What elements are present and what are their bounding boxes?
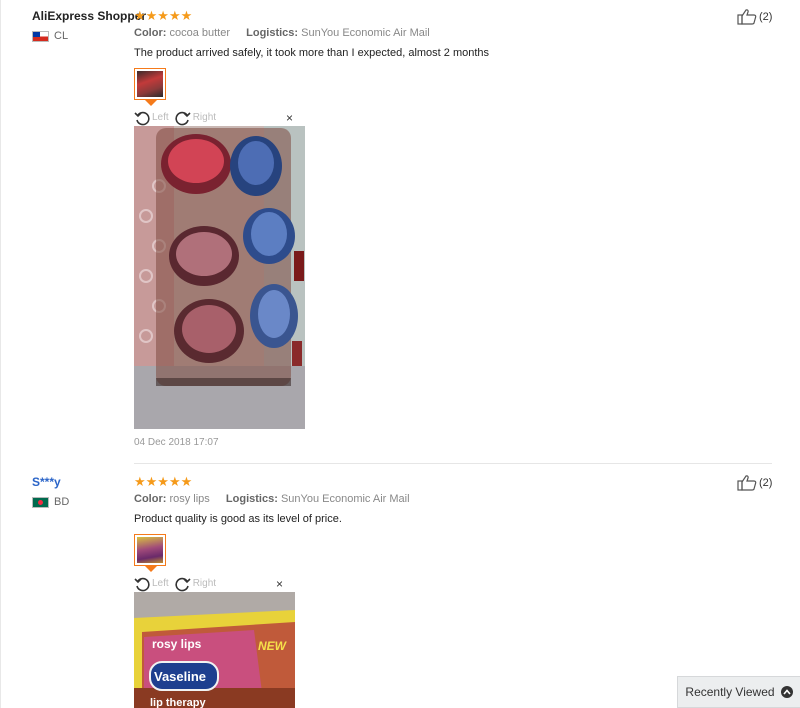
logistics-label: Logistics: xyxy=(225,493,278,505)
reviewer-name: AliExpress Shopper xyxy=(32,9,147,23)
rotate-left-button[interactable]: Left xyxy=(134,110,169,126)
logistics-label: Logistics: xyxy=(246,27,299,39)
photo-label-new: NEW xyxy=(258,639,288,653)
rotate-left-icon xyxy=(134,111,150,125)
helpful-button[interactable]: (2) xyxy=(737,475,772,491)
recently-viewed-label: Recently Viewed xyxy=(685,685,775,699)
color-label: Color: xyxy=(134,493,167,505)
thumbs-up-icon xyxy=(737,9,757,25)
review-photo: rosy lips NEW Vaseline lip therapy xyxy=(134,592,295,708)
thumbs-up-icon xyxy=(737,475,757,491)
reviewer-country: BD xyxy=(32,496,69,508)
rotate-right-button[interactable]: Right xyxy=(175,576,216,592)
rotate-right-label: Right xyxy=(192,112,217,123)
country-code: CL xyxy=(54,30,69,42)
close-icon[interactable]: × xyxy=(286,111,293,125)
review-meta: Color: cocoa butter Logistics: SunYou Ec… xyxy=(134,27,430,39)
flag-icon xyxy=(32,496,49,508)
photo-thumbnail[interactable] xyxy=(134,534,166,566)
review-text: The product arrived safely, it took more… xyxy=(134,47,490,59)
rotate-right-icon xyxy=(175,111,191,125)
review-divider xyxy=(134,463,772,464)
logistics-value: SunYou Economic Air Mail xyxy=(280,493,410,505)
reviewer-country: CL xyxy=(32,30,68,42)
thumbnail-pointer xyxy=(145,100,157,106)
color-value: rosy lips xyxy=(169,493,210,505)
photo-viewer-toolbar: Left Right xyxy=(134,109,305,126)
close-icon[interactable]: × xyxy=(276,577,283,591)
photo-viewer-toolbar: Left Right xyxy=(134,575,295,592)
chevron-up-icon xyxy=(780,686,793,698)
rotate-right-icon xyxy=(175,577,191,591)
review-photo-image: rosy lips NEW Vaseline lip therapy xyxy=(134,592,295,708)
review-photo-image xyxy=(134,126,305,429)
color-value: cocoa butter xyxy=(169,27,230,39)
rotate-left-label: Left xyxy=(152,578,169,589)
helpful-count: (2) xyxy=(759,11,773,23)
rotate-left-button[interactable]: Left xyxy=(134,576,169,592)
helpful-button[interactable]: (2) xyxy=(737,9,772,25)
helpful-count: (2) xyxy=(759,477,773,489)
rating-stars: ★★★★★ xyxy=(134,8,193,23)
review-date: 04 Dec 2018 17:07 xyxy=(134,437,219,448)
rating-stars: ★★★★★ xyxy=(134,474,193,489)
flag-icon xyxy=(32,30,49,42)
country-code: BD xyxy=(54,496,70,508)
thumbnail-pointer xyxy=(145,566,157,572)
review-meta: Color: rosy lips Logistics: SunYou Econo… xyxy=(134,493,410,505)
rotate-right-button[interactable]: Right xyxy=(175,110,216,126)
review-photo xyxy=(134,126,305,429)
color-label: Color: xyxy=(134,27,167,39)
photo-label-rosy-lips: rosy lips xyxy=(152,637,202,651)
logistics-value: SunYou Economic Air Mail xyxy=(301,27,430,39)
photo-label-brand: Vaseline xyxy=(154,669,206,684)
recently-viewed-button[interactable]: Recently Viewed xyxy=(677,676,800,708)
reviewer-name[interactable]: S***y xyxy=(32,475,61,489)
photo-thumbnail[interactable] xyxy=(134,68,166,100)
photo-label-product: lip therapy xyxy=(150,697,207,708)
review-text: Product quality is good as its level of … xyxy=(134,513,342,525)
rotate-left-icon xyxy=(134,577,150,591)
rotate-left-label: Left xyxy=(152,112,169,123)
rotate-right-label: Right xyxy=(192,578,217,589)
